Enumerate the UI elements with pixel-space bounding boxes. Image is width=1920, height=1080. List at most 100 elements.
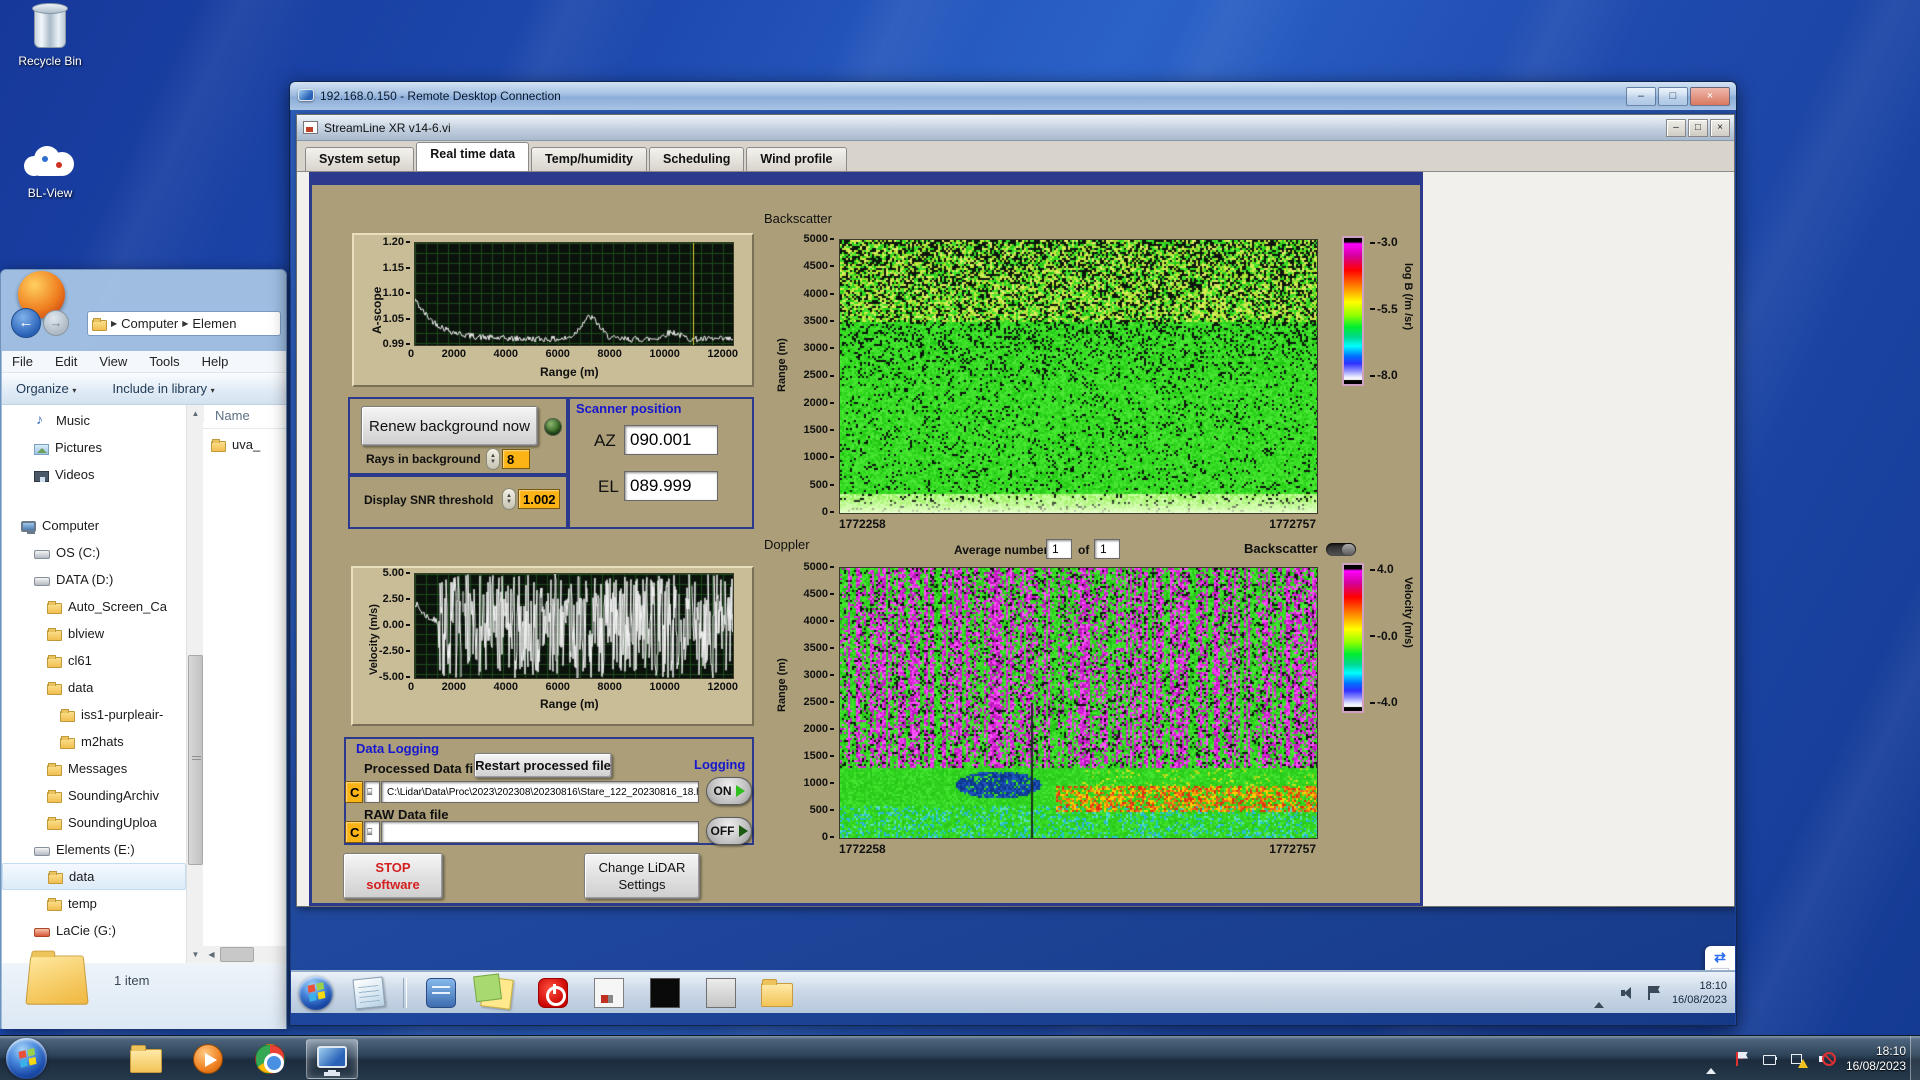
taskbar-chrome-button[interactable] bbox=[244, 1039, 296, 1079]
remote-clock[interactable]: 18:10 16/08/2023 bbox=[1672, 979, 1727, 1007]
processed-path-field[interactable]: C:\Lidar\Data\Proc\2023\202308\20230816\… bbox=[381, 781, 699, 803]
tree-item-blview[interactable]: blview bbox=[2, 620, 186, 647]
stop-software-button[interactable]: STOPsoftware bbox=[343, 853, 443, 899]
column-header-name[interactable]: Name bbox=[203, 405, 286, 429]
tree-spacer[interactable] bbox=[2, 488, 186, 512]
restart-processed-file-button[interactable]: Restart processed file bbox=[474, 753, 612, 778]
remote-folder-button[interactable] bbox=[755, 975, 799, 1011]
remote-power-button[interactable] bbox=[531, 975, 575, 1011]
raw-logging-off-button[interactable]: OFF bbox=[706, 817, 752, 845]
remote-taskbar-divider[interactable] bbox=[403, 978, 407, 1008]
breadcrumb-computer[interactable]: Computer bbox=[121, 316, 178, 331]
change-lidar-settings-button[interactable]: Change LiDARSettings bbox=[584, 853, 700, 899]
organize-menu-button[interactable]: Organize ▾ bbox=[16, 381, 76, 396]
rays-spinner[interactable]: ▲▼ bbox=[486, 448, 500, 470]
ascope-plot[interactable] bbox=[414, 242, 734, 346]
action-center-flag-icon[interactable] bbox=[1646, 985, 1662, 1001]
scrollbar-thumb[interactable] bbox=[220, 947, 254, 962]
taskbar-explorer-button[interactable] bbox=[120, 1039, 172, 1079]
tree-item-messages[interactable]: Messages bbox=[2, 755, 186, 782]
tree-item-pictures[interactable]: Pictures bbox=[2, 434, 186, 461]
remote-labview-xr-button[interactable] bbox=[587, 975, 631, 1011]
recycle-bin-desktop-icon[interactable]: Recycle Bin bbox=[8, 8, 92, 68]
start-button[interactable] bbox=[6, 1038, 47, 1079]
file-list-hscrollbar[interactable]: ◀ bbox=[203, 946, 286, 963]
menu-item[interactable]: File bbox=[12, 354, 33, 369]
scroll-down-icon[interactable]: ▼ bbox=[187, 946, 204, 963]
scroll-up-icon[interactable]: ▲ bbox=[187, 405, 204, 422]
remote-sticky-notes-button[interactable] bbox=[475, 975, 519, 1011]
tree-item-computer[interactable]: Computer bbox=[2, 512, 186, 539]
average-number-field[interactable]: 1 bbox=[1046, 539, 1072, 559]
scrollbar-thumb[interactable] bbox=[188, 655, 203, 865]
back-button[interactable]: ← bbox=[11, 308, 41, 338]
rdp-title-bar[interactable]: 192.168.0.150 - Remote Desktop Connectio… bbox=[290, 82, 1736, 110]
tree-item-music[interactable]: Music bbox=[2, 407, 186, 434]
forward-button[interactable]: → bbox=[43, 310, 69, 336]
tree-item-lacie-g[interactable]: LaCie (G:) bbox=[2, 917, 186, 944]
tree-item-soundingarchive[interactable]: SoundingArchiv bbox=[2, 782, 186, 809]
taskbar-rdp-button[interactable] bbox=[306, 1039, 358, 1079]
volume-icon[interactable] bbox=[1620, 985, 1636, 1001]
backscatter-toggle[interactable] bbox=[1326, 543, 1356, 556]
tab-wind-profile[interactable]: Wind profile bbox=[746, 147, 846, 171]
tray-expand-arrow-icon[interactable] bbox=[1594, 985, 1610, 1001]
breadcrumb-elements[interactable]: Elemen bbox=[192, 316, 236, 331]
raw-path-field[interactable] bbox=[381, 821, 699, 843]
raw-drive-selector[interactable]: C bbox=[345, 821, 363, 843]
renew-background-button[interactable]: Renew background now bbox=[361, 406, 538, 446]
tree-item-soundingupload[interactable]: SoundingUploa bbox=[2, 809, 186, 836]
raw-path-browse-icon[interactable]: ⌸ bbox=[364, 821, 380, 843]
doppler-heatmap[interactable] bbox=[839, 567, 1318, 839]
file-item-uva[interactable]: uva_ bbox=[203, 429, 286, 452]
menu-item[interactable]: Tools bbox=[149, 354, 179, 369]
bl-view-desktop-icon[interactable]: BL-View bbox=[8, 138, 92, 200]
tree-item-videos[interactable]: Videos bbox=[2, 461, 186, 488]
tree-item-cl61[interactable]: cl61 bbox=[2, 647, 186, 674]
backscatter-heatmap[interactable] bbox=[839, 239, 1318, 514]
address-bar[interactable]: ▶ Computer ▶ Elemen bbox=[87, 311, 281, 336]
tree-item-data-d[interactable]: DATA (D:) bbox=[2, 566, 186, 593]
remote-notepad-button[interactable] bbox=[347, 975, 391, 1011]
tab-real-time-data[interactable]: Real time data bbox=[416, 142, 529, 171]
tree-scrollbar[interactable]: ▲ ▼ bbox=[186, 405, 203, 963]
velocity-plot[interactable] bbox=[414, 573, 734, 679]
tree-item-data-e[interactable]: data bbox=[2, 863, 186, 890]
remote-start-button[interactable] bbox=[299, 976, 333, 1010]
minimize-button[interactable]: – bbox=[1666, 119, 1686, 137]
tab-temp-humidity[interactable]: Temp/humidity bbox=[531, 147, 647, 171]
rays-value-field[interactable]: 8 bbox=[502, 449, 530, 469]
scroll-left-icon[interactable]: ◀ bbox=[203, 946, 220, 963]
restore-button[interactable]: □ bbox=[1688, 119, 1708, 137]
average-total-field[interactable]: 1 bbox=[1094, 539, 1120, 559]
tree-item-os-c[interactable]: OS (C:) bbox=[2, 539, 186, 566]
action-center-flag-icon[interactable] bbox=[1734, 1051, 1750, 1067]
menu-item[interactable]: Edit bbox=[55, 354, 77, 369]
tab-scheduling[interactable]: Scheduling bbox=[649, 147, 744, 171]
battery-icon[interactable] bbox=[1762, 1051, 1778, 1067]
processed-drive-selector[interactable]: C bbox=[345, 781, 363, 803]
taskbar-media-player-button[interactable] bbox=[182, 1039, 234, 1079]
tree-item-temp[interactable]: temp bbox=[2, 890, 186, 917]
close-button[interactable]: × bbox=[1710, 119, 1730, 137]
taskbar-clock[interactable]: 18:10 16/08/2023 bbox=[1846, 1044, 1906, 1074]
include-in-library-button[interactable]: Include in library ▾ bbox=[112, 381, 214, 396]
tab-system-setup[interactable]: System setup bbox=[305, 147, 414, 171]
remote-command-prompt-button[interactable] bbox=[643, 975, 687, 1011]
tray-expand-arrow-icon[interactable] bbox=[1706, 1051, 1722, 1067]
snr-value-field[interactable]: 1.002 bbox=[518, 489, 560, 509]
streamline-title-bar[interactable]: StreamLine XR v14-6.vi – □ × bbox=[297, 115, 1734, 141]
tree-item-data[interactable]: data bbox=[2, 674, 186, 701]
processed-logging-on-button[interactable]: ON bbox=[706, 777, 752, 805]
volume-muted-icon[interactable] bbox=[1818, 1051, 1834, 1067]
menu-item[interactable]: View bbox=[99, 354, 127, 369]
tree-item-iss1-purpleair[interactable]: iss1-purpleair- bbox=[2, 701, 186, 728]
az-value-field[interactable]: 090.001 bbox=[624, 425, 718, 455]
menu-item[interactable]: Help bbox=[202, 354, 229, 369]
network-warning-icon[interactable] bbox=[1790, 1051, 1806, 1067]
tree-item-m2hats[interactable]: m2hats bbox=[2, 728, 186, 755]
minimize-button[interactable]: – bbox=[1626, 87, 1656, 106]
remote-control-panel-button[interactable] bbox=[419, 975, 463, 1011]
tree-item-auto-screen-ca[interactable]: Auto_Screen_Ca bbox=[2, 593, 186, 620]
snr-spinner[interactable]: ▲▼ bbox=[502, 488, 516, 510]
